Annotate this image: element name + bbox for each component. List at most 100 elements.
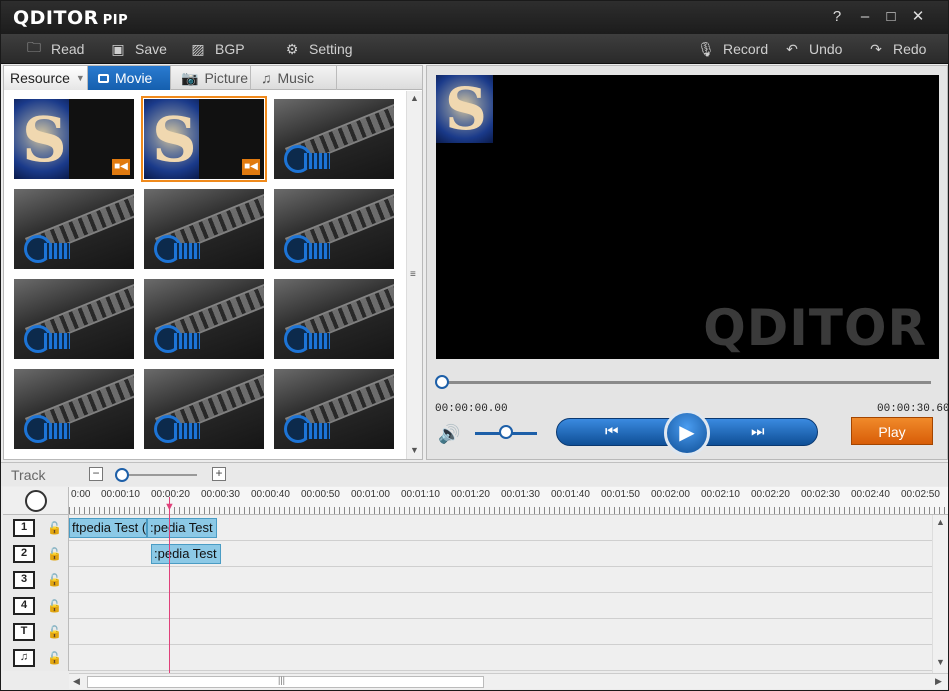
play-circle-icon[interactable]: ▶ bbox=[664, 410, 710, 456]
track-vertical-scrollbar[interactable]: ▲ ▼ bbox=[932, 515, 948, 673]
track-row-header: 3 🔓 bbox=[3, 567, 69, 593]
tab-picture[interactable]: 📷 Picture bbox=[171, 66, 251, 90]
track-row-header: 1 🔓 bbox=[3, 515, 69, 541]
qditor-window: QDITOR PIP ? – □ ✕ 🗀 Read ▣ Save ▨ BGP ⚙ Sett… bbox=[0, 0, 949, 691]
ruler-label: 00:01:50 bbox=[601, 489, 640, 500]
seek-knob[interactable] bbox=[435, 375, 449, 389]
scroll-right-icon[interactable]: ▶ bbox=[935, 676, 942, 687]
setting-button[interactable]: ⚙ Setting bbox=[283, 40, 353, 58]
film-reel-body bbox=[304, 243, 330, 259]
scroll-left-icon[interactable]: ◀ bbox=[73, 676, 80, 687]
film-reel-body bbox=[174, 333, 200, 349]
lock-icon[interactable]: 🔓 bbox=[47, 599, 62, 613]
lock-icon[interactable]: 🔓 bbox=[47, 521, 62, 535]
lock-icon[interactable]: 🔓 bbox=[47, 547, 62, 561]
resource-panel: Resource ▼ Movie 📷 Picture ♫ Music S ■◀ S ■◀ ▲… bbox=[3, 65, 423, 460]
film-reel-body bbox=[174, 423, 200, 439]
ruler-ticks bbox=[69, 507, 948, 514]
bgp-button[interactable]: ▨ BGP bbox=[189, 40, 244, 58]
mic-icon: 🎙 bbox=[697, 40, 715, 57]
lock-icon[interactable]: 🔓 bbox=[47, 625, 62, 639]
help-button[interactable]: ? bbox=[827, 7, 847, 27]
zoom-slider[interactable] bbox=[119, 474, 197, 476]
thumbnail-item[interactable] bbox=[274, 99, 394, 179]
thumbnail-item[interactable] bbox=[274, 279, 394, 359]
title-bar: QDITOR PIP ? – □ ✕ bbox=[1, 1, 948, 34]
pip-overlay[interactable]: S bbox=[436, 75, 493, 143]
thumbnail-item[interactable]: S ■◀ bbox=[141, 96, 267, 182]
maximize-button[interactable]: □ bbox=[881, 7, 901, 27]
save-button[interactable]: ▣ Save bbox=[109, 40, 167, 58]
thumbnail-item[interactable] bbox=[14, 369, 134, 449]
scroll-up-icon[interactable]: ▲ bbox=[936, 517, 945, 527]
ruler-label: 00:01:00 bbox=[351, 489, 390, 500]
preview-screen: S QDITOR bbox=[436, 75, 939, 359]
redo-button[interactable]: ↷ Redo bbox=[867, 40, 926, 58]
thumbnail-item[interactable] bbox=[14, 279, 134, 359]
previous-icon[interactable]: ⏮ bbox=[605, 423, 619, 440]
close-button[interactable]: ✕ bbox=[908, 7, 928, 27]
track-header: Track − + bbox=[1, 462, 948, 486]
read-button[interactable]: 🗀 Read bbox=[25, 39, 84, 58]
folder-icon: 🗀 bbox=[27, 39, 41, 55]
thumbnail-item[interactable]: S ■◀ bbox=[14, 99, 134, 179]
playhead[interactable] bbox=[169, 497, 170, 673]
volume-knob[interactable] bbox=[499, 425, 513, 439]
scroll-up-icon[interactable]: ▲ bbox=[410, 93, 419, 103]
track-row[interactable]: 4 🔓 bbox=[3, 593, 948, 619]
ruler-label: 00:02:50 bbox=[901, 489, 940, 500]
record-button[interactable]: 🎙 Record bbox=[697, 40, 768, 58]
timeline-clip[interactable]: :pedia Test ( bbox=[147, 518, 217, 538]
track-row-header: T 🔓 bbox=[3, 619, 69, 645]
scroll-thumb[interactable]: ||| bbox=[87, 675, 484, 688]
thumbnail-item[interactable] bbox=[14, 189, 134, 269]
main-toolbar: 🗀 Read ▣ Save ▨ BGP ⚙ Setting 🎙 Record ↶ Undo … bbox=[1, 34, 948, 64]
zoom-out-button[interactable]: − bbox=[89, 467, 103, 481]
undo-button[interactable]: ↶ Undo bbox=[783, 40, 842, 58]
ruler-label: 00:01:40 bbox=[551, 489, 590, 500]
ruler-label: 0:00 bbox=[71, 489, 91, 500]
time-ruler[interactable]: 0:00 00:00:10 00:00:20 00:00:30 00:00:40 00:0… bbox=[69, 487, 948, 515]
playhead-marker-icon[interactable]: ▼ bbox=[164, 501, 175, 513]
resource-tabs: Resource ▼ Movie 📷 Picture ♫ Music bbox=[4, 66, 422, 90]
play-button[interactable]: Play bbox=[851, 417, 933, 445]
scroll-grip-icon[interactable]: ≡ bbox=[410, 269, 416, 280]
film-reel-body bbox=[304, 333, 330, 349]
film-reel-body bbox=[44, 243, 70, 259]
image-icon: ▨ bbox=[191, 40, 205, 57]
thumbnail-item[interactable] bbox=[144, 369, 264, 449]
video-camera-icon: ■◀ bbox=[242, 159, 260, 175]
redo-icon: ↷ bbox=[870, 40, 882, 57]
thumbnail-item[interactable] bbox=[274, 369, 394, 449]
timeline-clip[interactable]: ftpedia Test ( bbox=[69, 518, 147, 538]
seek-slider[interactable] bbox=[435, 375, 931, 389]
track-row[interactable]: 3 🔓 bbox=[3, 567, 948, 593]
tab-resource[interactable]: Resource ▼ bbox=[4, 66, 88, 90]
resource-scrollbar[interactable]: ▲ ≡ ▼ bbox=[406, 91, 422, 459]
zoom-knob[interactable] bbox=[115, 468, 129, 482]
camera-icon: 📷 bbox=[181, 69, 199, 86]
lock-icon[interactable]: 🔓 bbox=[47, 573, 62, 587]
track-row[interactable]: 2 🔓:pedia Test ( bbox=[3, 541, 948, 567]
ruler-label: 00:00:50 bbox=[301, 489, 340, 500]
video-thumbnail-image: S bbox=[14, 99, 69, 179]
minimize-button[interactable]: – bbox=[855, 7, 875, 27]
thumbnail-item[interactable] bbox=[144, 189, 264, 269]
track-horizontal-scrollbar[interactable]: ◀ ||| ▶ bbox=[69, 673, 948, 689]
scroll-down-icon[interactable]: ▼ bbox=[410, 445, 419, 455]
lock-icon[interactable]: 🔓 bbox=[47, 651, 62, 665]
ruler-label: 00:00:20 bbox=[151, 489, 190, 500]
track-row[interactable]: 1 🔓 ftpedia Test (:pedia Test ( bbox=[3, 515, 948, 541]
save-icon: ▣ bbox=[111, 40, 125, 57]
thumbnail-item[interactable] bbox=[144, 279, 264, 359]
thumbnail-item[interactable] bbox=[274, 189, 394, 269]
zoom-in-button[interactable]: + bbox=[212, 467, 226, 481]
volume-icon[interactable]: 🔊 bbox=[438, 424, 460, 445]
next-icon[interactable]: ⏭ bbox=[751, 423, 765, 440]
scroll-down-icon[interactable]: ▼ bbox=[936, 657, 945, 667]
tab-movie[interactable]: Movie bbox=[88, 66, 171, 90]
track-row[interactable]: ♫ 🔓 bbox=[3, 645, 948, 671]
track-row[interactable]: T 🔓 bbox=[3, 619, 948, 645]
tab-music[interactable]: ♫ Music bbox=[251, 66, 337, 90]
timeline-clip[interactable]: :pedia Test ( bbox=[151, 544, 221, 564]
